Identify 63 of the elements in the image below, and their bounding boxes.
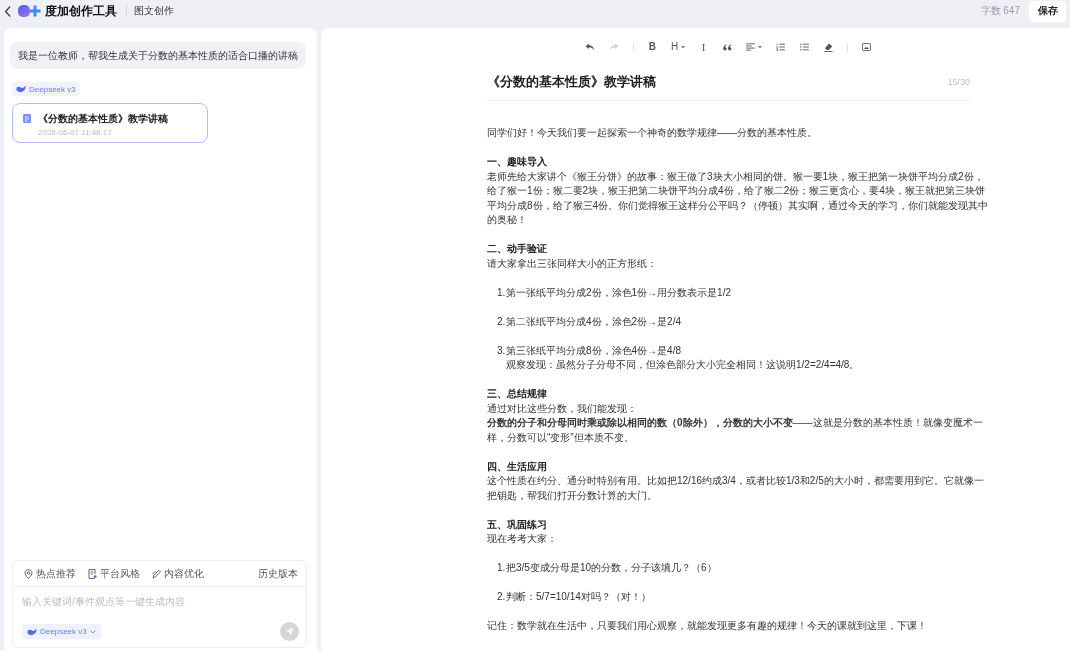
paragraph: 这个性质在约分、通分时特别有用。比如把12/16约成3/4，或者比较1/3和2/5的大小时，都需要用到它。它就像一把钥匙，帮我们打开分数计算的大门。	[487, 474, 985, 503]
list-number: 2.	[497, 314, 506, 329]
section-heading: 三、总结规律	[487, 387, 548, 401]
bullet-list-icon	[800, 43, 810, 51]
list-item: 第二张纸平均分成4份，涂色2份→是2/4	[506, 314, 682, 329]
paragraph: 请大家拿出三张同样大小的正方形纸：	[487, 256, 658, 271]
section-title: 图文创作	[134, 4, 174, 18]
model-select[interactable]: Deepseek v3	[22, 624, 101, 639]
back-icon[interactable]	[4, 5, 11, 17]
paragraph: 通过对比这些分数，我们能发现：	[487, 401, 638, 416]
list-note: 观察发现：虽然分子分母不同，但涂色部分大小完全相同！这说明1/2=2/4=4/8。	[506, 358, 860, 372]
paragraph: 同学们好！今天我们要一起探索一个神奇的数学规律——分数的基本性质。	[487, 126, 818, 140]
save-button[interactable]: 保存	[1029, 0, 1066, 22]
title-input[interactable]: 《分数的基本性质》教学讲稿	[487, 72, 656, 92]
document-title: 《分数的基本性质》教学讲稿	[38, 112, 168, 125]
document-icon	[23, 114, 31, 123]
eraser-icon	[824, 42, 834, 52]
app-name: 度加创作工具	[45, 3, 117, 19]
chevron-down-icon	[89, 629, 96, 634]
pen-icon	[152, 568, 161, 579]
document-time: 2026-06-07 11:48:17	[38, 127, 113, 138]
tool-button[interactable]: 平台风格	[88, 566, 140, 581]
word-count: 字数 647	[980, 4, 1020, 18]
pin-icon	[24, 568, 33, 579]
whale-icon	[27, 627, 37, 636]
list-number: 2.	[497, 590, 506, 604]
quote-icon	[723, 43, 733, 51]
list-number: 1.	[497, 285, 506, 300]
list-number: 3.	[497, 343, 506, 358]
title-counter: 15/30	[947, 77, 970, 87]
redo-icon	[609, 43, 620, 51]
ordered-list-icon	[776, 43, 786, 51]
section-heading: 四、生活应用	[487, 459, 548, 474]
whale-icon	[16, 85, 26, 93]
align-icon	[746, 43, 756, 51]
user-message: 我是一位教师，帮我生成关于分数的基本性质的适合口播的讲稿	[10, 42, 306, 69]
heading-button[interactable]: H	[669, 39, 687, 55]
list-item: 第三张纸平均分成8份，涂色4份→是4/8	[506, 343, 682, 358]
section-heading: 二、动手验证	[487, 242, 548, 256]
list-item: 把3/5变成分母是10的分数，分子该填几？（6）	[506, 561, 717, 575]
image-icon	[862, 43, 872, 51]
paragraph: 老师先给大家讲个《猴王分饼》的故事：猴王做了3块大小相同的饼。猴一要1块，猴王把第一块饼平均分成2份，给了猴一1份；猴二要2块，猴王把第二块饼平均分成4份，给了猴二2份；猴三更贪心，要4块，猴王就把第三块饼平均分成8份，给了猴三4份。你们觉得猴王这样分公平吗？（停顿）其实啊，通过今天的学习，你们就能发现其中的奥秘！	[487, 169, 990, 227]
list-number: 1.	[497, 561, 506, 575]
section-heading: 五、巩固练习	[487, 517, 548, 532]
paragraph: 分数的分子和分母同时乘或除以相同的数（0除外），分数的大小不变——这就是分数的基本性质！就像变魔术一样，分数可以“变形”但本质不变。	[487, 416, 984, 445]
model-name: Deepseek v3	[29, 84, 76, 94]
section-heading: 一、趣味导入	[487, 155, 548, 169]
caret-icon	[681, 45, 686, 49]
undo-icon	[585, 43, 596, 51]
paragraph: 记住：数学就在生活中，只要我们用心观察，就能发现更多有趣的规律！今天的课就到这里，下课！	[487, 619, 928, 633]
list-item: 第一张纸平均分成2份，涂色1份→用分数表示是1/2	[506, 285, 732, 300]
send-icon	[285, 627, 294, 636]
list-item: 判断：5/7=10/14对吗？（对！）	[506, 590, 651, 604]
italic-button[interactable]: I	[697, 39, 711, 55]
history-button[interactable]: 历史版本	[258, 566, 298, 581]
document-card[interactable]: 《分数的基本性质》教学讲稿 2026-06-07 11:48:17	[12, 103, 208, 143]
tool-button[interactable]: 内容优化	[152, 566, 204, 581]
logo-icon	[18, 5, 41, 17]
tool-button[interactable]: 热点推荐	[24, 566, 76, 581]
document-icon	[88, 568, 97, 579]
bold-button[interactable]: B	[645, 39, 659, 55]
paragraph: 现在考考大家：	[487, 532, 558, 546]
caret-icon	[758, 45, 763, 49]
